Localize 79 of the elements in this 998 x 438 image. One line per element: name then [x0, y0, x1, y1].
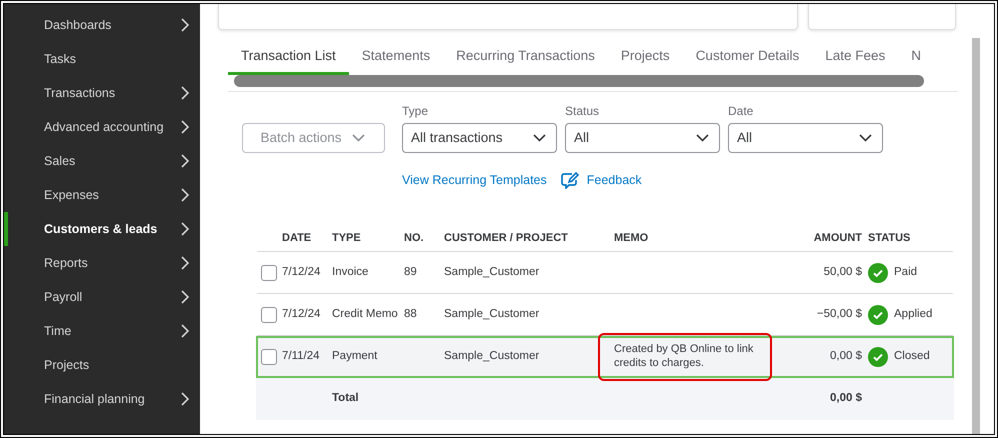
column-header: STATUS — [867, 231, 912, 246]
tab[interactable]: Recurring Transactions — [443, 42, 608, 76]
tab[interactable]: Late Fees — [812, 42, 898, 76]
table-cell: 88 — [404, 308, 417, 320]
chevron-icon — [181, 120, 190, 134]
sidebar-item[interactable]: Tasks — [4, 42, 200, 76]
sidebar-item[interactable]: Customers & leads — [4, 212, 200, 246]
table-cell: −50,00 $ — [816, 308, 862, 320]
chevron-icon — [181, 222, 190, 236]
chevron-icon — [181, 290, 190, 304]
sidebar-item[interactable]: Payroll — [4, 280, 200, 314]
table-cell: 7/11/24 — [282, 350, 320, 362]
filter-label[interactable]: Date — [728, 102, 883, 120]
tab[interactable]: Statements — [348, 42, 444, 76]
table-cell: Invoice — [332, 266, 368, 278]
column-header: CUSTOMER / PROJECT — [444, 231, 569, 246]
vertical-scrollbar[interactable] — [972, 38, 980, 434]
filter-label[interactable]: Status — [565, 102, 720, 120]
table-row[interactable]: 7/11/24 Payment Sample_Customer Created by QB Online to link credits to charges. 0,00 $ Closed — [256, 336, 954, 378]
tab[interactable]: N — [898, 42, 934, 76]
tab[interactable]: Customer Details — [682, 42, 812, 76]
chevron-icon — [181, 188, 190, 202]
sidebar-item[interactable]: Time — [4, 314, 200, 348]
caret-icon — [859, 134, 872, 142]
filter-dropdown[interactable]: All transactions — [402, 123, 557, 154]
table-cell-text: Created by QB Online to link credits to charges. — [613, 342, 754, 371]
column-header: MEMO — [614, 231, 650, 246]
table-cell: 50,00 $ — [824, 266, 862, 278]
sidebar-item[interactable]: Advanced accounting — [4, 110, 200, 144]
table-cell-text: Applied — [894, 306, 932, 322]
table-cell: Sample_Customer — [444, 266, 540, 278]
total-label: Total — [332, 392, 359, 404]
table-cell: Credit Memo — [332, 308, 398, 320]
link[interactable]: Feedback — [560, 171, 642, 190]
filter-dropdown[interactable]: All — [728, 123, 883, 154]
table-cell: Sample_Customer — [444, 308, 540, 320]
column-header: NO. — [404, 231, 425, 246]
table-cell: 89 — [404, 266, 417, 278]
table-cell: 7/12/24 — [282, 308, 320, 320]
column-header: DATE — [282, 231, 312, 246]
filter-label[interactable]: Type — [402, 102, 557, 120]
caret-icon — [352, 134, 365, 142]
feedback-icon — [560, 172, 579, 190]
chevron-icon — [181, 86, 190, 100]
checkbox[interactable] — [261, 349, 277, 365]
checkbox[interactable] — [261, 264, 277, 280]
column-header: AMOUNT — [812, 231, 862, 246]
table-row[interactable]: 7/12/24 Invoice 89 Sample_Customer 50,00 $ Paid — [256, 252, 954, 294]
table-cell: Sample_Customer — [444, 350, 540, 362]
sidebar-item[interactable]: Dashboards — [4, 8, 200, 42]
table-cell: 7/12/24 — [282, 266, 320, 278]
check-circle-icon — [868, 347, 888, 367]
checkbox[interactable] — [261, 306, 277, 322]
horizontal-scrollbar[interactable] — [234, 75, 924, 88]
caret-icon — [696, 134, 709, 142]
table-cell-text: Closed — [894, 349, 930, 364]
check-circle-icon — [868, 262, 888, 282]
sidebar-item[interactable]: Reports — [4, 246, 200, 280]
check-circle-icon — [868, 304, 888, 324]
chevron-icon — [181, 154, 190, 168]
sidebar-item[interactable]: Financial planning — [4, 382, 200, 416]
chevron-icon — [181, 18, 190, 32]
link[interactable]: View Recurring Templates — [402, 171, 547, 190]
table-cell: Payment — [332, 350, 378, 362]
sidebar[interactable]: Dashboards Tasks Transactions Advanced accounting Sales Expenses Customers & leads Reports Payroll Time Projects Financial planning — [4, 4, 200, 434]
total-amount: 0,00 $ — [830, 392, 862, 404]
tab[interactable]: Projects — [608, 42, 683, 76]
chevron-icon — [181, 392, 190, 406]
column-header: TYPE — [332, 231, 362, 246]
sidebar-item[interactable]: Transactions — [4, 76, 200, 110]
chevron-icon — [181, 324, 190, 338]
sidebar-item[interactable]: Expenses — [4, 178, 200, 212]
chevron-icon — [181, 256, 190, 270]
sidebar-item[interactable]: Sales — [4, 144, 200, 178]
caret-icon — [533, 134, 546, 142]
table-cell: 0,00 $ — [830, 350, 862, 362]
filter-dropdown[interactable]: All — [565, 123, 720, 154]
sidebar-item[interactable]: Projects — [4, 348, 200, 382]
table-cell-text: Paid — [894, 264, 918, 280]
